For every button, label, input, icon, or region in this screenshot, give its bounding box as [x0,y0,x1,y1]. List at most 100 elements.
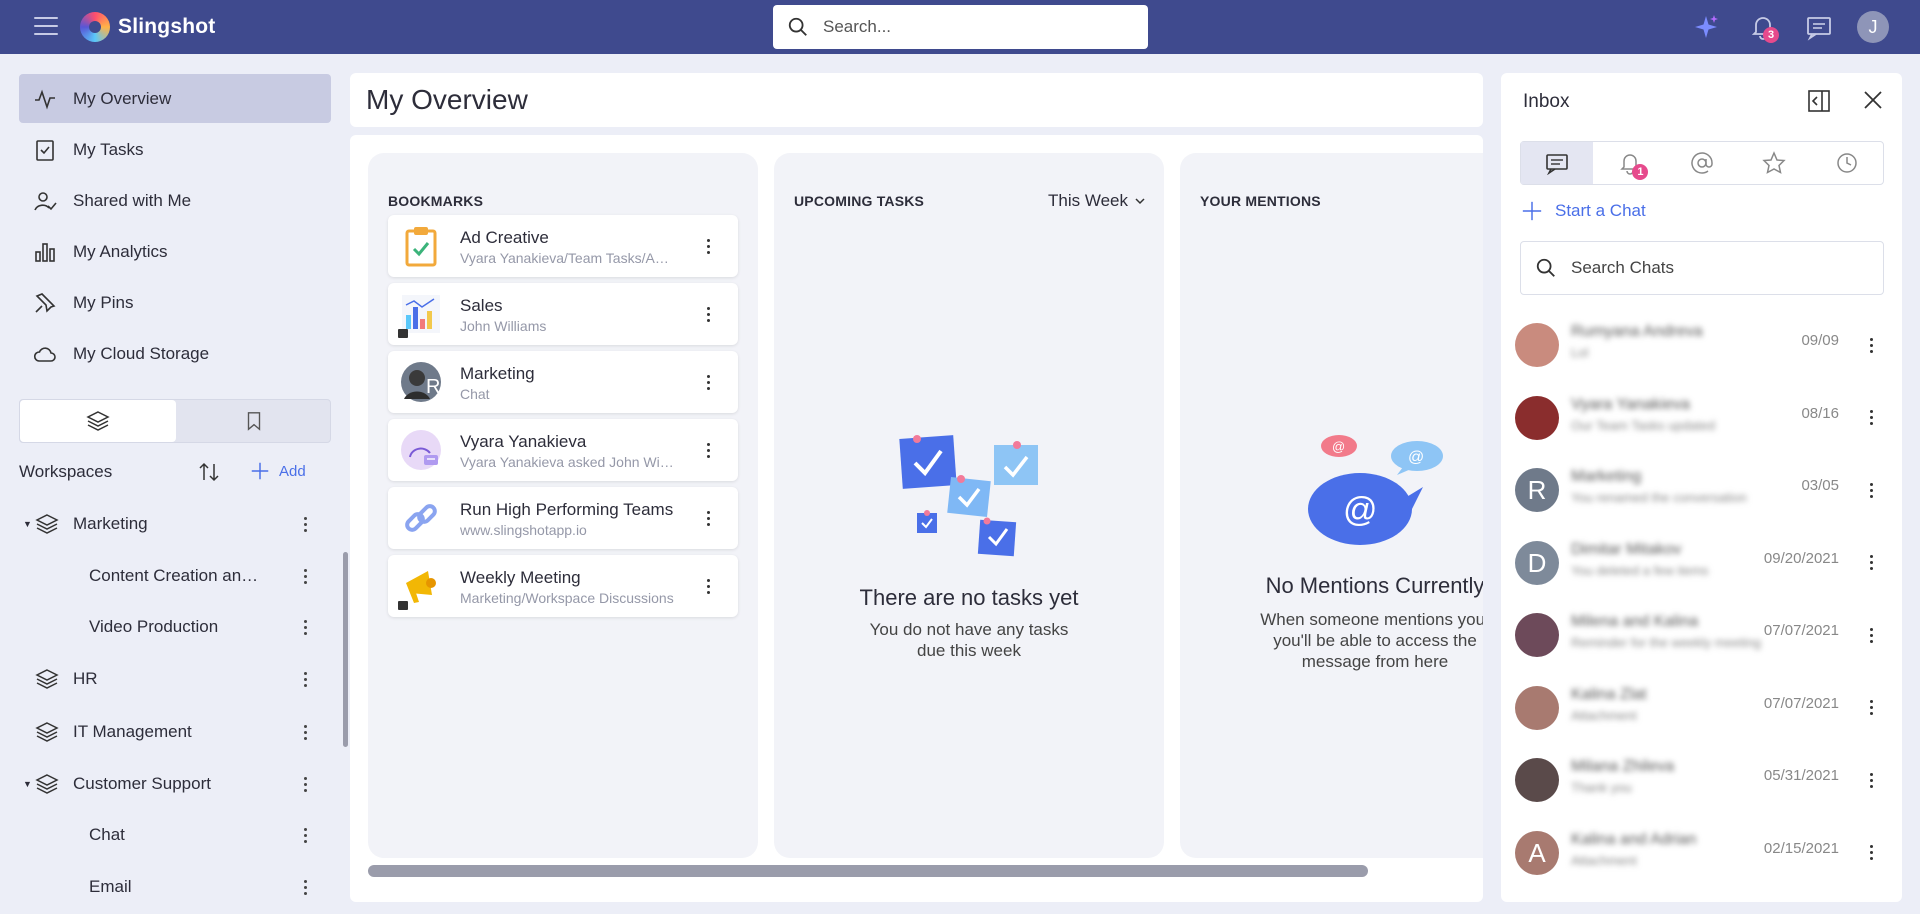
tasks-period-dropdown[interactable]: This Week [1048,191,1146,211]
workspace-item[interactable]: ▼ Customer Support [19,764,309,804]
workspace-child-item[interactable]: Video Production [19,607,309,647]
more-options-icon[interactable] [1861,480,1881,500]
app-logo[interactable]: Slingshot [80,12,215,42]
more-options-icon[interactable] [698,576,718,596]
board-horizontal-scrollbar[interactable] [368,865,1368,877]
nav-my-analytics[interactable]: My Analytics [19,227,331,276]
workspace-item[interactable]: IT Management [19,712,309,752]
global-search-box[interactable] [773,5,1148,49]
bookmark-subtitle: Vyara Yanakieva asked John Williams [460,454,675,470]
chat-list-item[interactable]: D Dimitar Mitakov You deleted a few items 0… [1501,527,1902,599]
more-options-icon[interactable] [698,508,718,528]
more-options-icon[interactable] [698,440,718,460]
tab-mentions[interactable] [1666,142,1738,184]
more-options-icon[interactable] [1861,770,1881,790]
bookmark-subtitle: www.slingshotapp.io [460,522,587,538]
start-chat-button[interactable]: Start a Chat [1521,200,1646,222]
sort-icon[interactable] [197,460,221,484]
caret-down-icon[interactable]: ▼ [23,519,33,529]
chat-date: 08/16 [1801,404,1839,422]
ai-sparkle-icon[interactable] [1692,13,1720,41]
close-icon[interactable] [1861,88,1885,112]
more-options-icon[interactable] [698,236,718,256]
chat-list-item[interactable]: A Kalina and Adrian Attachment 02/15/2021 [1501,817,1902,889]
nav-my-cloud-storage[interactable]: My Cloud Storage [19,329,331,378]
more-options-icon[interactable] [1861,553,1881,573]
more-options-icon[interactable] [1861,408,1881,428]
workspaces-header: Workspaces Add [19,452,331,492]
more-options-icon[interactable] [698,372,718,392]
more-options-icon[interactable] [295,514,315,534]
nav-label: My Cloud Storage [73,343,210,363]
chat-list-item[interactable]: Kalina Zlat Attachment 07/07/2021 [1501,672,1902,744]
workspaces-view-button[interactable] [20,400,176,442]
workspace-child-item[interactable]: Chat [19,815,309,855]
cloud-icon [33,346,56,362]
bookmark-card[interactable]: Vyara Yanakieva Vyara Yanakieva asked Jo… [388,419,738,481]
more-options-icon[interactable] [1861,625,1881,645]
notifications-button[interactable]: 3 [1749,13,1779,43]
nav-my-tasks[interactable]: My Tasks [19,125,331,174]
chat-name: Kalina Zlat [1571,685,1647,703]
top-bar: Slingshot 3 J [0,0,1920,54]
more-options-icon[interactable] [295,877,315,897]
bookmark-card[interactable]: Weekly Meeting Marketing/Workspace Discu… [388,555,738,617]
global-search-input[interactable] [823,17,1123,37]
sidebar-view-toggle [19,399,331,443]
workspace-child-item[interactable]: Content Creation and Design [19,556,309,596]
logo-mark-icon [80,12,110,42]
workspace-label: Video Production [89,617,219,636]
chat-list-item[interactable]: Vyara Yanakieva Our Team Tasks updated 08/… [1501,382,1902,454]
collapse-panel-icon[interactable] [1806,88,1832,114]
sidebar-scrollbar[interactable] [343,552,348,747]
more-options-icon[interactable] [295,825,315,845]
overview-board: BOOKMARKS Ad Creative Vyara Yanakieva/Te… [350,135,1483,902]
workspace-child-item[interactable]: Email [19,867,309,907]
start-chat-label: Start a Chat [1555,201,1646,220]
tab-notifications[interactable]: 1 [1593,142,1665,184]
workspace-label: HR [73,669,98,688]
notifications-tab-badge: 1 [1632,164,1649,180]
nav-shared-with-me[interactable]: Shared with Me [19,176,331,225]
bookmark-card[interactable]: Sales John Williams [388,283,738,345]
bookmark-card[interactable]: Run High Performing Teams www.slingshota… [388,487,738,549]
more-options-icon[interactable] [295,774,315,794]
messages-icon[interactable] [1805,13,1833,41]
add-workspace-button[interactable]: Add [249,460,306,482]
workspace-label: Email [89,877,132,896]
chat-search-input[interactable] [1571,258,1871,278]
caret-down-icon[interactable]: ▼ [23,779,33,789]
more-options-icon[interactable] [1861,335,1881,355]
chat-search-box[interactable] [1520,241,1884,295]
workspace-item[interactable]: ▼ Marketing [19,504,309,544]
more-options-icon[interactable] [1861,843,1881,863]
more-options-icon[interactable] [295,617,315,637]
more-options-icon[interactable] [295,566,315,586]
nav-my-pins[interactable]: My Pins [19,278,331,327]
archive-icon [398,329,408,338]
tab-chats[interactable] [1521,142,1594,184]
tab-recent[interactable] [1811,142,1883,184]
bookmark-card[interactable]: Ad Creative Vyara Yanakieva/Team Tasks/A… [388,215,738,277]
mentions-empty-illustration: @ @ @ [1308,435,1443,545]
chat-list-item[interactable]: R Marketing You renamed the conversation 03… [1501,454,1902,526]
nav-my-overview[interactable]: My Overview [19,74,331,123]
workspace-item[interactable]: HR [19,659,309,699]
tab-starred[interactable] [1738,142,1810,184]
more-options-icon[interactable] [295,669,315,689]
bookmark-card[interactable]: R Marketing Chat [388,351,738,413]
chat-list-item[interactable]: Milana Zhileva Thank you 05/31/2021 [1501,744,1902,816]
workspace-label: Customer Support [73,774,211,793]
nav-label: My Pins [73,292,134,312]
bookmarks-view-button[interactable] [176,400,332,442]
comment-thread-icon [401,430,441,470]
more-options-icon[interactable] [295,722,315,742]
chat-list-item[interactable]: Milena and Kalina Reminder for the weekly… [1501,599,1902,671]
upcoming-tasks-title: UPCOMING TASKS [794,193,925,209]
more-options-icon[interactable] [698,304,718,324]
hamburger-menu-icon[interactable] [34,17,58,37]
more-options-icon[interactable] [1861,698,1881,718]
chat-name: Kalina and Adrian [1571,830,1697,848]
user-avatar[interactable]: J [1857,11,1889,43]
chat-list-item[interactable]: Rumyana Andreva Lol 09/09 [1501,309,1902,381]
